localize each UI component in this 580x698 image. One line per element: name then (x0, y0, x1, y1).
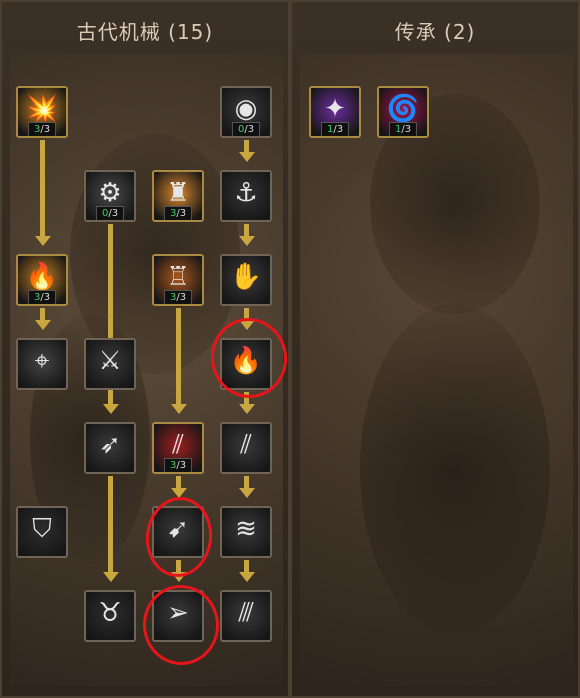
spear-icon: ➶ (99, 430, 121, 460)
skill-node-shadow-figure[interactable]: ♜ 3/3 (152, 170, 204, 222)
shield-icon: ⛉ (32, 514, 52, 544)
skill-node-bull-guard[interactable]: ♉ (84, 590, 136, 642)
connector-arrow (238, 152, 255, 162)
skill-points-counter: 3/3 (163, 206, 193, 220)
skill-points-max: /3 (176, 292, 187, 303)
dark-orb-icon: ◉ (234, 94, 258, 124)
connector-line (108, 476, 113, 576)
skill-points-max: /3 (40, 124, 51, 135)
hook-icon: ⚓ (234, 178, 258, 208)
skill-node-piercing-round[interactable]: 🔥 3/3 (16, 254, 68, 306)
skill-node-slash-b[interactable]: ≋ (220, 506, 272, 558)
skill-points-max: /3 (108, 208, 119, 219)
connector-arrow (238, 404, 255, 414)
background-monk-art (360, 304, 550, 634)
skill-points-counter: 3/3 (163, 458, 193, 472)
skill-points-max: /3 (401, 124, 412, 135)
skill-node-tower[interactable]: ♖ 3/3 (152, 254, 204, 306)
skill-points-counter: 0/3 (231, 122, 261, 136)
skill-node-hook[interactable]: ⚓ (220, 170, 272, 222)
connector-arrow (102, 404, 119, 414)
skill-points-max: /3 (40, 292, 51, 303)
crossed-swords-icon: ⚔ (98, 346, 122, 376)
skill-node-shield[interactable]: ⛉ (16, 506, 68, 558)
skill-node-burst-strike[interactable]: 💥 3/3 (16, 86, 68, 138)
crosshair-icon: ⌖ (34, 346, 50, 376)
skill-node-spear-throw[interactable]: ➶ (84, 422, 136, 474)
connector-arrow (238, 488, 255, 498)
skill-points-counter: 1/3 (388, 122, 418, 136)
skill-node-triple-spears[interactable]: ⫽ 3/3 (152, 422, 204, 474)
tower-silhouette-icon: ♖ (166, 262, 190, 292)
ancient-machinery-title: 古代机械 (15) (76, 20, 214, 44)
triple-slash-icon: ⫻ (238, 598, 254, 628)
horned-warrior-icon: ♉ (98, 598, 122, 628)
connector-arrow (238, 572, 255, 582)
skill-node-gear-ring[interactable]: ⚙ 0/3 (84, 170, 136, 222)
silhouette-figure-icon: ♜ (166, 178, 190, 208)
red-spears-icon: ⫽ (172, 430, 184, 460)
connector-arrow (34, 236, 51, 246)
skill-points-counter: 3/3 (163, 290, 193, 304)
skill-points-counter: 0/3 (95, 206, 125, 220)
skill-points-max: /3 (333, 124, 344, 135)
skill-node-grasp[interactable]: ✋ (220, 254, 272, 306)
inheritance-area (300, 54, 573, 686)
connector-line (40, 140, 45, 240)
connector-arrow (170, 404, 187, 414)
skill-points-max: /3 (176, 460, 187, 471)
connector-arrow (102, 572, 119, 582)
skill-points-counter: 3/3 (27, 122, 57, 136)
grasping-hand-icon: ✋ (229, 262, 263, 292)
skill-points-max: /3 (244, 124, 255, 135)
skill-node-crimson-vortex[interactable]: 🌀 1/3 (377, 86, 429, 138)
skill-points-max: /3 (176, 208, 187, 219)
flaming-bullet-icon: 🔥 (25, 262, 59, 292)
slash-icon: ⫽ (240, 430, 252, 460)
violet-crystal-icon: ✦ (324, 94, 346, 124)
skill-node-violet-shards[interactable]: ✦ 1/3 (309, 86, 361, 138)
slash-wave-icon: ≋ (235, 514, 257, 544)
connector-arrow (238, 236, 255, 246)
skill-node-dark-orb[interactable]: ◉ 0/3 (220, 86, 272, 138)
connector-line (176, 308, 181, 408)
gear-ring-icon: ⚙ (98, 178, 122, 208)
crimson-vortex-icon: 🌀 (386, 94, 420, 124)
skill-node-target-sight[interactable]: ⌖ (16, 338, 68, 390)
exploding-bullet-icon: 💥 (25, 94, 59, 124)
skill-points-counter: 1/3 (320, 122, 350, 136)
skill-node-slash-a[interactable]: ⫽ (220, 422, 272, 474)
skill-node-slash-c[interactable]: ⫻ (220, 590, 272, 642)
skill-points-counter: 3/3 (27, 290, 57, 304)
skill-node-crossed-swords[interactable]: ⚔ (84, 338, 136, 390)
connector-arrow (34, 320, 51, 330)
inheritance-title: 传承 (2) (394, 20, 476, 44)
